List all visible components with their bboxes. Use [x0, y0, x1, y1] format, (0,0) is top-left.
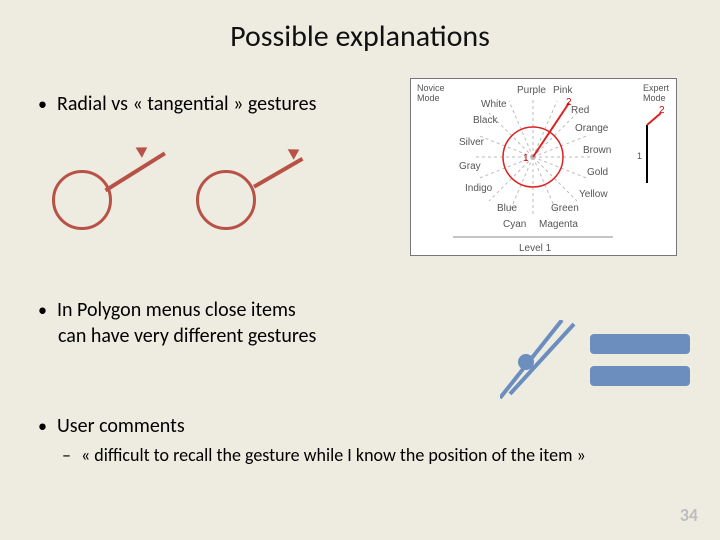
center-dot-icon — [518, 354, 534, 370]
level-label: Level 1 — [519, 243, 552, 254]
arrow-shaft — [253, 157, 303, 188]
bullet-radial-vs-tangential: • Radial vs « tangential » gestures — [38, 92, 316, 116]
circle-icon — [196, 170, 256, 230]
lbl-purple: Purple — [517, 85, 546, 96]
lbl-cyan: Cyan — [503, 219, 526, 230]
slide-title: Possible explanations — [0, 18, 720, 55]
bullet-text: In Polygon menus close items — [57, 298, 296, 322]
expert-label-2: Mode — [643, 93, 666, 103]
lbl-indigo: Indigo — [465, 183, 493, 194]
bullet-polygon: • In Polygon menus close items — [38, 298, 296, 322]
lbl-yellow: Yellow — [579, 189, 608, 200]
bullet-text: Radial vs « tangential » gestures — [57, 92, 316, 116]
expert-label: Expert — [643, 83, 670, 93]
lbl-green: Green — [551, 203, 579, 214]
bullet-text: User comments — [57, 414, 185, 438]
blue-slash-icon — [500, 320, 584, 404]
novice-label-2: Mode — [417, 93, 440, 103]
bullet-text: can have very different gestures — [58, 324, 316, 348]
lbl-orange: Orange — [575, 123, 609, 134]
lbl-magenta: Magenta — [539, 219, 578, 230]
circle-icon — [52, 170, 112, 230]
marking-menu-svg: Novice Mode Expert Mode 1 2 — [411, 79, 676, 255]
lbl-gray: Gray — [459, 161, 481, 172]
exp-mark-2: 2 — [659, 105, 665, 116]
marking-menu-diagram: Novice Mode Expert Mode 1 2 — [410, 78, 677, 256]
lbl-gold: Gold — [587, 167, 608, 178]
bullet-dot-icon: • — [38, 415, 47, 437]
lbl-brown: Brown — [583, 145, 611, 156]
bullet-user-comments: • User comments — [38, 414, 185, 438]
exp-mark-1: 1 — [637, 151, 642, 161]
mark-1: 1 — [523, 153, 529, 164]
bullet-polygon-line2: can have very different gestures — [58, 324, 316, 348]
novice-label: Novice — [417, 83, 445, 93]
lbl-black: Black — [473, 115, 498, 126]
lbl-red: Red — [571, 105, 589, 116]
arrow-head-icon — [136, 142, 151, 157]
lbl-blue: Blue — [497, 203, 517, 214]
bullet-dot-icon: • — [38, 93, 47, 115]
sub-bullet-quote: –« difficult to recall the gesture while… — [62, 444, 586, 466]
radial-gesture-diagram — [52, 140, 172, 230]
polygon-illustration — [470, 308, 700, 408]
dash-icon: – — [62, 444, 71, 466]
arrow-shaft — [104, 152, 165, 192]
menu-item-bar — [590, 366, 690, 386]
tangential-gesture-diagram — [196, 140, 316, 230]
lbl-silver: Silver — [459, 137, 485, 148]
bullet-dot-icon: • — [38, 299, 47, 321]
sub-bullet-text: « difficult to recall the gesture while … — [81, 444, 586, 466]
menu-item-bar — [590, 334, 690, 354]
lbl-white: White — [481, 99, 507, 110]
page-number: 34 — [680, 504, 698, 526]
lbl-pink: Pink — [553, 85, 573, 96]
